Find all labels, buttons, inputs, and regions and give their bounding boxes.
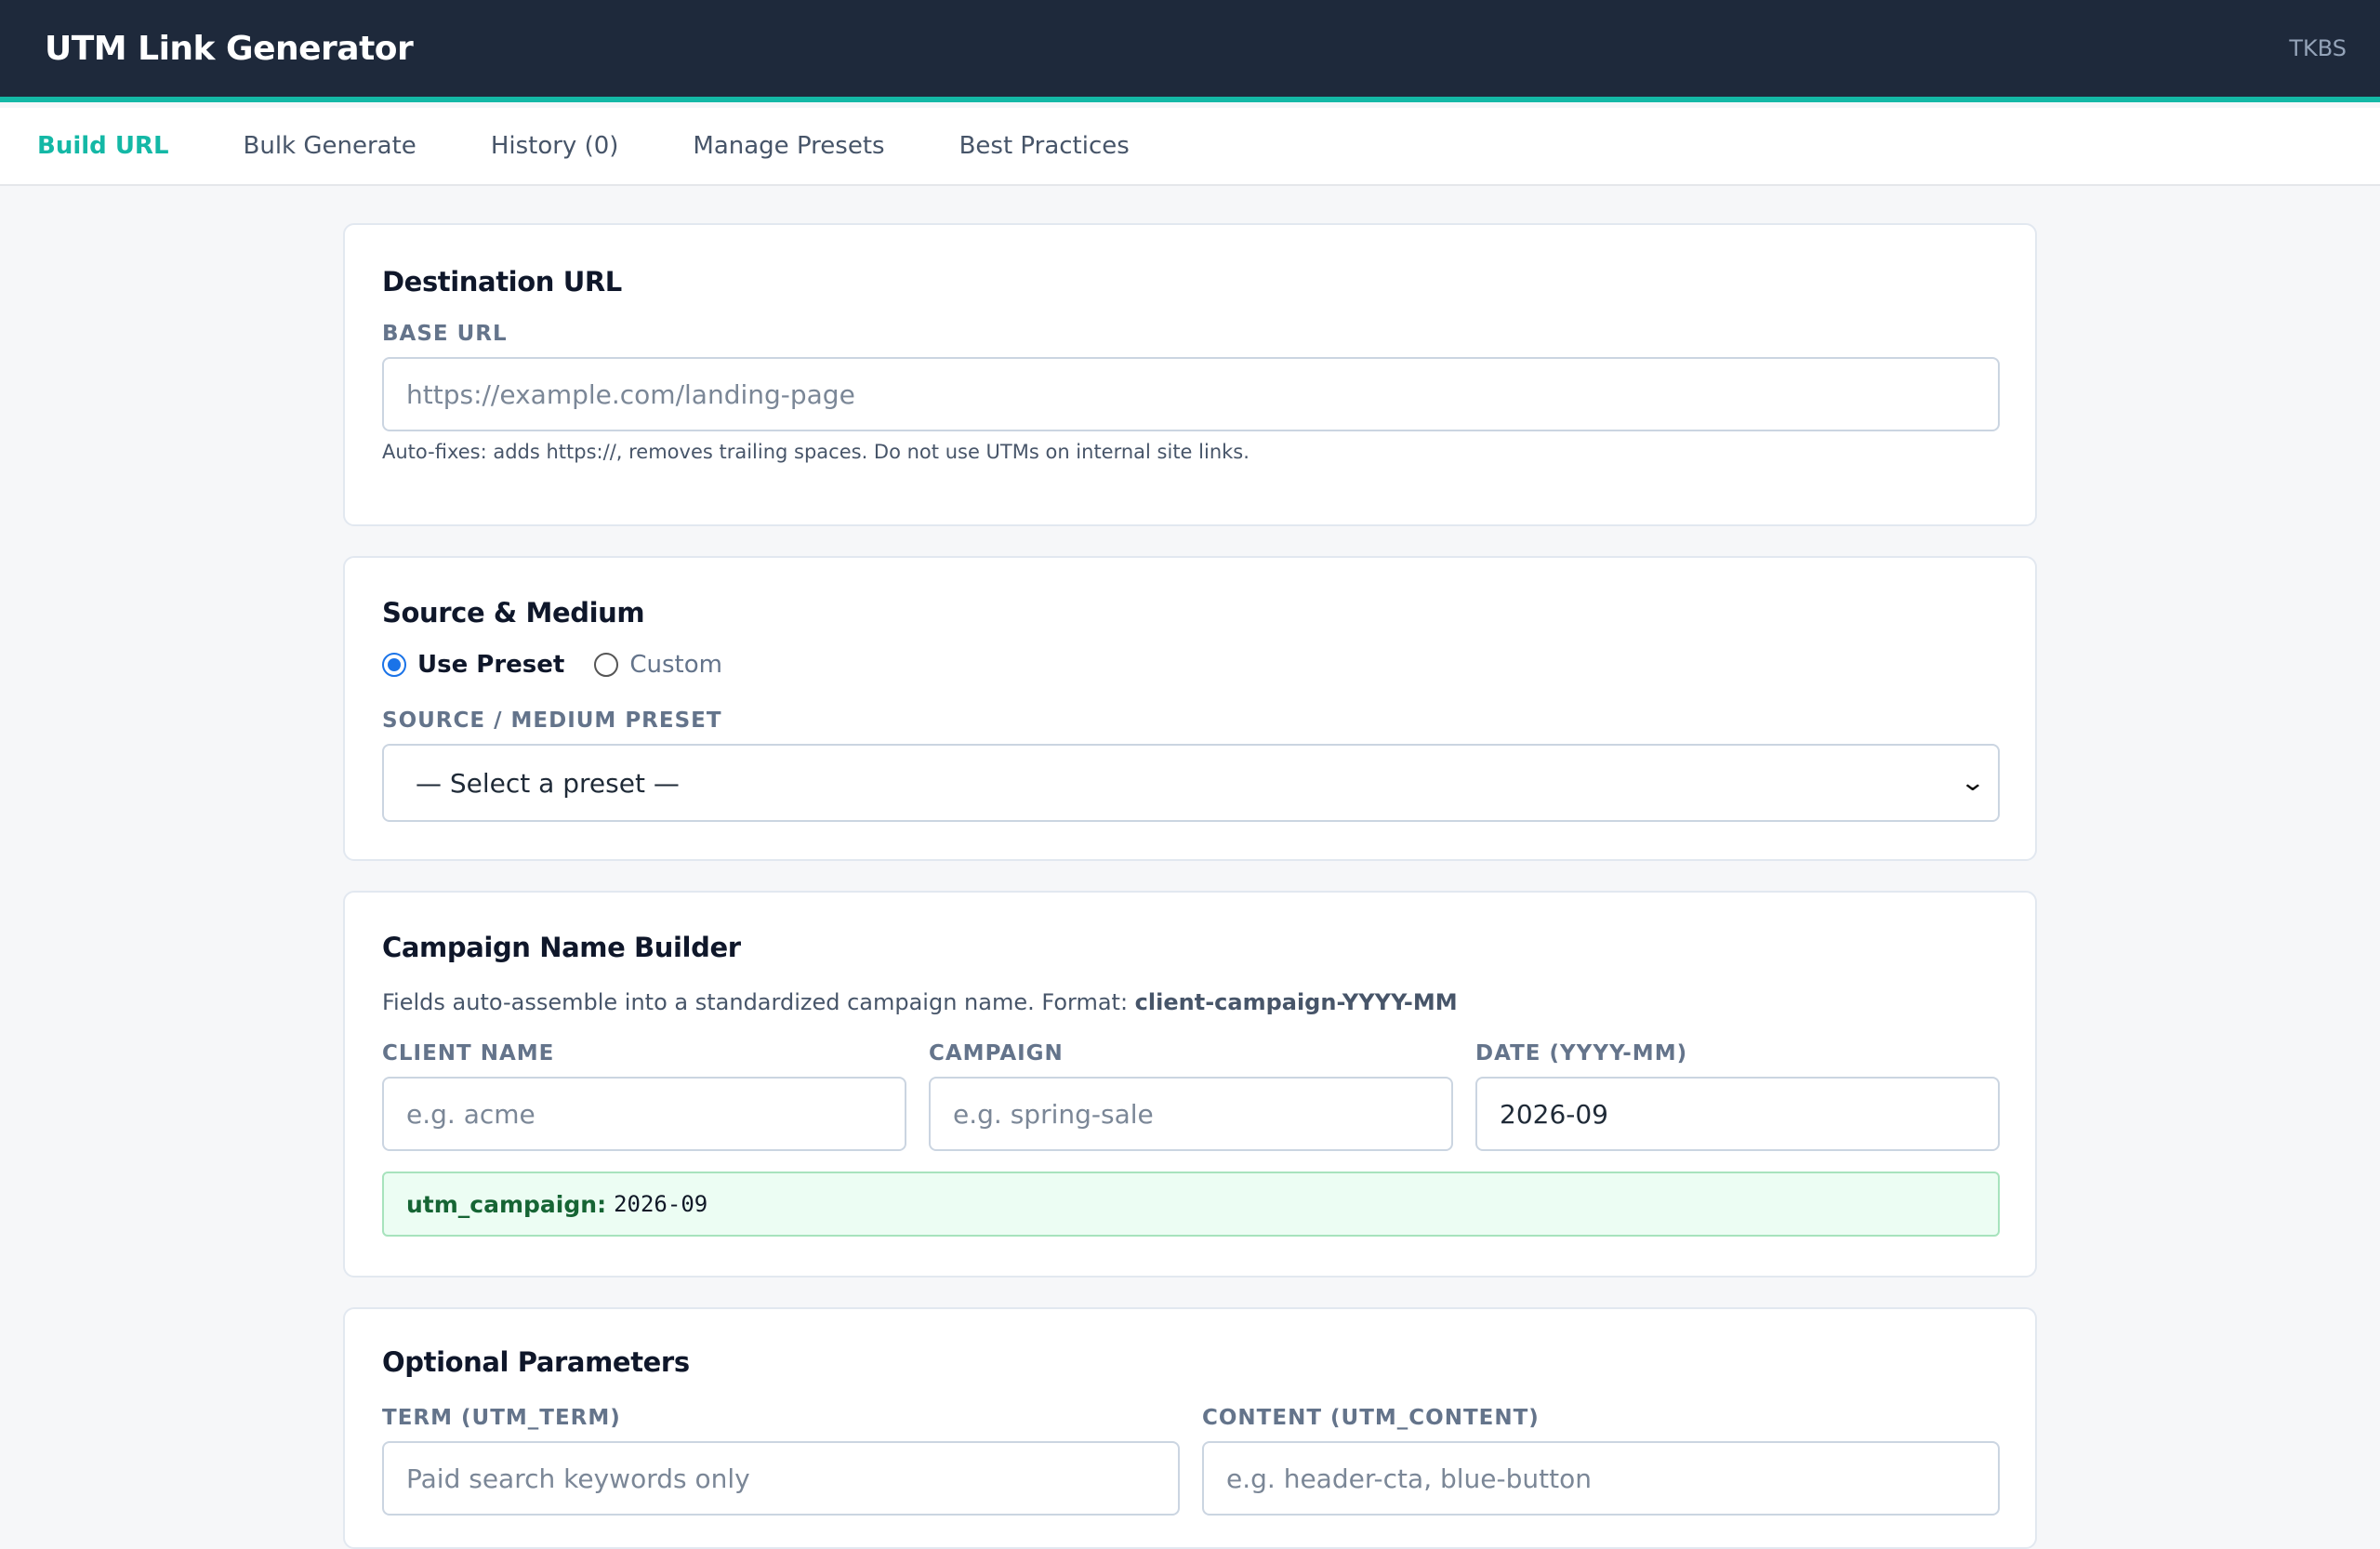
content-input[interactable] bbox=[1202, 1441, 2000, 1516]
date-input[interactable] bbox=[1475, 1077, 2000, 1151]
campaign-description: Fields auto-assemble into a standardized… bbox=[382, 989, 1458, 1015]
utm-campaign-key: utm_campaign: bbox=[406, 1190, 607, 1218]
destination-url-title: Destination URL bbox=[382, 266, 622, 298]
utm-campaign-value: 2026-09 bbox=[614, 1191, 708, 1217]
campaign-label: CAMPAIGN bbox=[929, 1041, 1064, 1066]
term-input[interactable] bbox=[382, 1441, 1180, 1516]
source-medium-title: Source & Medium bbox=[382, 597, 645, 629]
app-title: UTM Link Generator bbox=[45, 29, 414, 68]
mode-radio-group: Use Preset Custom bbox=[382, 651, 752, 679]
client-name-label: CLIENT NAME bbox=[382, 1041, 555, 1066]
preset-select[interactable]: — Select a preset — ⌄ bbox=[382, 744, 2000, 822]
use-preset-radio[interactable] bbox=[382, 653, 406, 677]
destination-url-card: Destination URL BASE URL Auto-fixes: add… bbox=[343, 223, 2037, 526]
preset-label: SOURCE / MEDIUM PRESET bbox=[382, 708, 722, 733]
source-medium-card: Source & Medium Use Preset Custom SOURCE… bbox=[343, 556, 2037, 861]
campaign-input[interactable] bbox=[929, 1077, 1453, 1151]
campaign-builder-title: Campaign Name Builder bbox=[382, 932, 741, 963]
campaign-description-text: Fields auto-assemble into a standardized… bbox=[382, 989, 1129, 1015]
app-header: UTM Link Generator TKBS bbox=[0, 0, 2380, 102]
preset-select-value: — Select a preset — bbox=[416, 767, 680, 799]
base-url-help: Auto-fixes: adds https://, removes trail… bbox=[382, 441, 1250, 463]
tab-history[interactable]: History (0) bbox=[491, 132, 619, 160]
custom-label[interactable]: Custom bbox=[629, 651, 722, 679]
tab-bulk-generate[interactable]: Bulk Generate bbox=[244, 132, 416, 160]
utm-campaign-preview: utm_campaign: 2026-09 bbox=[382, 1172, 2000, 1237]
tab-bar: Build URL Bulk Generate History (0) Mana… bbox=[0, 108, 2380, 186]
content-label: CONTENT (UTM_CONTENT) bbox=[1202, 1406, 1540, 1430]
base-url-label: BASE URL bbox=[382, 322, 508, 346]
date-label: DATE (YYYY-MM) bbox=[1475, 1041, 1688, 1066]
term-label: TERM (UTM_TERM) bbox=[382, 1406, 621, 1430]
optional-params-card: Optional Parameters TERM (UTM_TERM) CONT… bbox=[343, 1307, 2037, 1549]
base-url-input[interactable] bbox=[382, 357, 2000, 431]
tab-manage-presets[interactable]: Manage Presets bbox=[693, 132, 884, 160]
client-name-input[interactable] bbox=[382, 1077, 906, 1151]
campaign-builder-card: Campaign Name Builder Fields auto-assemb… bbox=[343, 891, 2037, 1278]
tab-best-practices[interactable]: Best Practices bbox=[959, 132, 1130, 160]
user-badge[interactable]: TKBS bbox=[2289, 35, 2347, 61]
campaign-format: client-campaign-YYYY-MM bbox=[1134, 989, 1458, 1015]
use-preset-label[interactable]: Use Preset bbox=[417, 651, 564, 679]
tab-build-url[interactable]: Build URL bbox=[37, 132, 169, 160]
optional-params-title: Optional Parameters bbox=[382, 1346, 690, 1378]
custom-radio[interactable] bbox=[594, 653, 619, 677]
chevron-down-icon: ⌄ bbox=[1959, 769, 1987, 797]
